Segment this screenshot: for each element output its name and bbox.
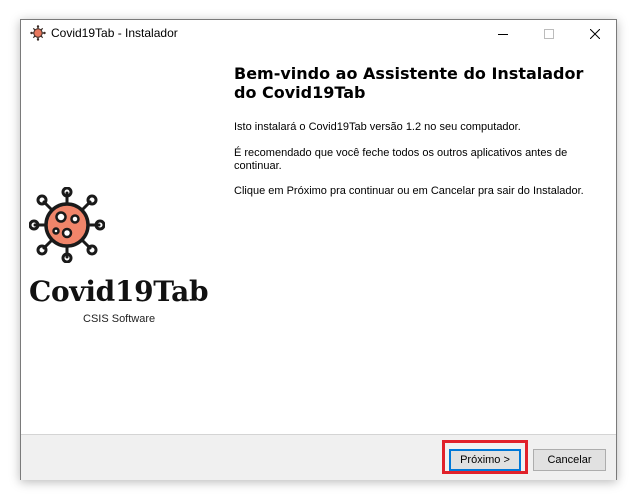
next-button[interactable]: Próximo > <box>449 449 521 471</box>
maximize-icon <box>544 28 554 39</box>
install-info-text: Isto instalará o Covid19Tab versão 1.2 n… <box>234 121 521 133</box>
virus-app-icon <box>30 25 46 41</box>
maximize-button <box>526 20 572 47</box>
brand-logo: Covid19Tab CSIS Software <box>21 187 221 337</box>
minimize-button[interactable] <box>480 20 526 47</box>
logo-subtitle: CSIS Software <box>83 313 156 325</box>
logo-wordmark: Covid19Tab <box>29 275 209 308</box>
installer-window: Covid19Tab - Instalador Covid19Tab CSIS … <box>20 19 617 480</box>
cancel-button[interactable]: Cancelar <box>533 449 606 471</box>
button-bar: Próximo > Cancelar <box>21 434 616 480</box>
instructions-text: Clique em Próximo pra continuar ou em Ca… <box>234 185 584 197</box>
title-bar[interactable]: Covid19Tab - Instalador <box>21 20 616 47</box>
close-icon <box>590 28 600 39</box>
close-apps-text: É recomendado que você feche todos os ou… <box>234 147 568 172</box>
minimize-icon <box>498 33 508 35</box>
window-title: Covid19Tab - Instalador <box>51 26 178 40</box>
virus-logo-icon <box>29 187 105 263</box>
welcome-heading: Bem-vindo ao Assistente do Instalador do… <box>234 64 584 102</box>
welcome-panel: Covid19Tab CSIS Software Bem-vindo ao As… <box>21 47 616 434</box>
close-button[interactable] <box>572 20 618 47</box>
